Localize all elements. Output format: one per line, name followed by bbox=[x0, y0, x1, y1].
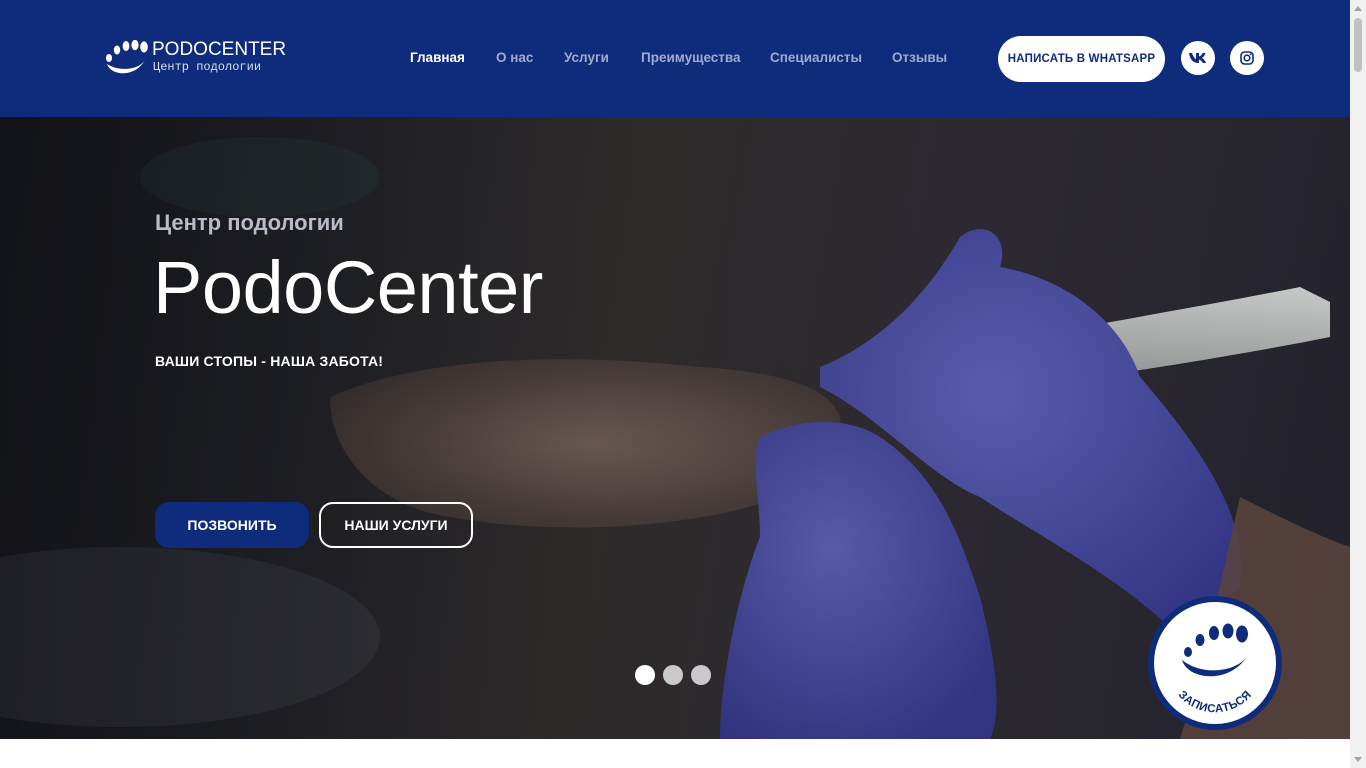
logo[interactable]: PODOCENTER Центр подологии bbox=[101, 38, 286, 80]
book-badge-label: ЗАПИСАТЬСЯ bbox=[1176, 689, 1254, 716]
nav-item-home[interactable]: Главная bbox=[410, 50, 465, 65]
site-header: PODOCENTER Центр подологии Главная О нас… bbox=[0, 0, 1350, 117]
scroll-up-arrow-icon[interactable] bbox=[1354, 6, 1362, 11]
hero-title: PodoCenter bbox=[153, 246, 543, 329]
foot-logo-icon bbox=[106, 40, 148, 74]
hero-slider: Центр подологии PodoCenter ВАШИ СТОПЫ - … bbox=[0, 117, 1350, 739]
instagram-icon bbox=[1240, 51, 1254, 65]
svg-text:ЗАПИСАТЬСЯ: ЗАПИСАТЬСЯ bbox=[1176, 689, 1254, 716]
nav-item-about[interactable]: О нас bbox=[496, 50, 533, 65]
call-button[interactable]: ПОЗВОНИТЬ bbox=[155, 502, 309, 548]
page-scrollbar[interactable] bbox=[1350, 0, 1366, 768]
whatsapp-button[interactable]: НАПИСАТЬ В WHATSAPP bbox=[998, 36, 1165, 82]
vk-icon bbox=[1189, 53, 1206, 63]
nav-item-reviews[interactable]: Отзывы bbox=[892, 50, 947, 65]
our-services-button[interactable]: НАШИ УСЛУГИ bbox=[319, 502, 473, 548]
hero-kicker: Центр подологии bbox=[155, 210, 344, 235]
instagram-link[interactable] bbox=[1230, 41, 1264, 75]
slider-dot-2[interactable] bbox=[663, 665, 683, 685]
nav-item-advantages[interactable]: Преимущества bbox=[641, 50, 741, 65]
nav-item-specialists[interactable]: Специалисты bbox=[770, 50, 862, 65]
logo-title: PODOCENTER bbox=[152, 39, 287, 60]
slider-dot-3[interactable] bbox=[691, 665, 711, 685]
hero-tagline: ВАШИ СТОПЫ - НАША ЗАБОТА! bbox=[155, 353, 384, 369]
book-badge-inner: ЗАПИСАТЬСЯ bbox=[1154, 602, 1276, 724]
scroll-down-arrow-icon[interactable] bbox=[1354, 757, 1362, 762]
nav-item-services[interactable]: Услуги bbox=[564, 50, 609, 65]
logo-subtitle: Центр подологии bbox=[153, 60, 262, 74]
scrollbar-thumb[interactable] bbox=[1354, 18, 1362, 72]
next-section bbox=[0, 739, 1350, 768]
slider-dot-1[interactable] bbox=[635, 665, 655, 685]
book-appointment-badge[interactable]: ЗАПИСАТЬСЯ bbox=[1148, 596, 1282, 730]
vk-link[interactable] bbox=[1181, 41, 1215, 75]
foot-icon: ЗАПИСАТЬСЯ bbox=[1176, 623, 1254, 716]
